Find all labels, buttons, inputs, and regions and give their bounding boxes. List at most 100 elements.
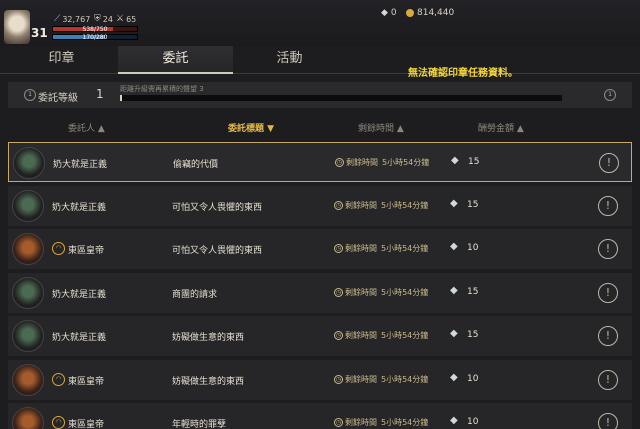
- mp-bar: 170/280: [52, 34, 138, 41]
- diamond-icon: ◆: [450, 415, 458, 426]
- exclamation-circle-icon[interactable]: !: [598, 326, 618, 346]
- player-level: 31: [31, 26, 48, 40]
- time-remaining-label: 剩餘時間: [345, 287, 377, 297]
- sort-client-header[interactable]: 委託人 ▲: [68, 121, 105, 134]
- commission-title: 妨礙做生意的東西: [172, 333, 245, 343]
- sort-reward-header[interactable]: 酬勞金額 ▲: [478, 121, 524, 134]
- gem-currency: ◆ 0: [381, 8, 397, 18]
- reward-amount: 15: [467, 199, 479, 210]
- sort-time-header[interactable]: 剩餘時間 ▲: [358, 121, 404, 134]
- guild-emblem-icon: ◠: [52, 416, 65, 429]
- time-remaining-value: 5小時54分鐘: [381, 418, 429, 427]
- commission-title: 妨礙做生意的東西: [172, 376, 245, 387]
- diamond-icon: ◆: [450, 371, 458, 383]
- next-level-badge-icon: 1: [604, 89, 616, 101]
- client-name: 奶大就是正義: [53, 160, 108, 170]
- client-name: 奶大就是正義: [52, 202, 107, 213]
- commission-row[interactable]: 奶大就是正義 商團的請求 ◷ 剩餘時間 5小時54分鐘 ◆ 15!: [8, 272, 632, 313]
- hp-bar: 538/750: [52, 26, 138, 33]
- commission-row[interactable]: 奶大就是正義 妨礙做生意的東西 ◷ 剩餘時間 5小時54分鐘 ◆ 15!: [8, 316, 632, 356]
- client-portrait: [12, 189, 44, 222]
- diamond-icon: ◆: [450, 241, 458, 252]
- top-status-bar: 31 ⟋ 32,767 ⛨ 24 ⚔ 65 538/750 170/280 ◆ …: [0, 0, 640, 46]
- gem-count: 0: [390, 8, 397, 18]
- commission-level-row: 1 委託等級 1 距離升級需再累積的聲望 3 1: [8, 82, 632, 108]
- clock-icon: ◷: [334, 200, 343, 210]
- reputation-hint: 距離升級需再累積的聲望 3: [120, 85, 204, 93]
- tab-commission[interactable]: 委託: [118, 46, 233, 74]
- commission-title: 可怕又令人畏懼的東西: [172, 246, 263, 256]
- client-portrait: [12, 320, 44, 352]
- exclamation-circle-icon[interactable]: !: [598, 239, 618, 259]
- gold-currency: 814,440: [406, 8, 454, 18]
- reputation-progress-bar: [120, 95, 562, 101]
- diamond-icon: ◆: [450, 284, 458, 296]
- gold-coin-icon: [406, 9, 414, 17]
- time-remaining-label: 剩餘時間: [345, 244, 377, 253]
- level-badge-icon: 1: [24, 89, 36, 101]
- exclamation-circle-icon[interactable]: !: [598, 369, 618, 390]
- clock-icon: ◷: [335, 158, 344, 167]
- client-name: 東區皇帝: [68, 246, 105, 256]
- client-portrait: [12, 363, 44, 396]
- commission-title: 商團的請求: [172, 289, 218, 300]
- exclamation-circle-icon[interactable]: !: [598, 282, 618, 303]
- diamond-icon: ◆: [450, 197, 458, 209]
- client-name: 奶大就是正義: [52, 333, 107, 343]
- time-remaining-label: 剩餘時間: [345, 200, 377, 210]
- reward-amount: 15: [467, 286, 479, 297]
- time-remaining-label: 剩餘時間: [345, 331, 377, 340]
- shield-icon: ⛨: [94, 14, 101, 24]
- reward-amount: 15: [467, 330, 479, 340]
- time-remaining-value: 5小時54分鐘: [381, 244, 429, 253]
- guild-emblem-icon: ◠: [52, 242, 65, 255]
- time-remaining-value: 5小時54分鐘: [382, 158, 430, 167]
- defense-stat: ⛨ 24: [94, 14, 113, 24]
- sort-title-header[interactable]: 委託標題 ▼: [228, 121, 274, 134]
- clock-icon: ◷: [334, 374, 343, 384]
- clock-icon: ◷: [334, 244, 343, 253]
- commission-row[interactable]: 奶大就是正義 偷竊的代價 ◷ 剩餘時間 5小時54分鐘 ◆ 15!: [8, 142, 632, 182]
- commission-level-label: 委託等級: [38, 93, 78, 104]
- diamond-icon: ◆: [381, 8, 388, 18]
- tab-seal[interactable]: 印章: [4, 46, 119, 74]
- exclamation-circle-icon[interactable]: !: [598, 195, 618, 216]
- time-remaining-label: 剩餘時間: [346, 158, 378, 167]
- client-portrait: [13, 147, 45, 179]
- combat-power-stat: ⟋ 32,767: [54, 14, 90, 24]
- commission-row[interactable]: ◠ 東區皇帝 妨礙做生意的東西 ◷ 剩餘時間 5小時54分鐘 ◆ 10!: [8, 359, 632, 400]
- reward-amount: 10: [467, 373, 479, 384]
- blade-icon: ⚔: [116, 14, 125, 24]
- exclamation-circle-icon[interactable]: !: [599, 153, 619, 173]
- client-name: 東區皇帝: [68, 376, 105, 387]
- commission-title: 年輕時的罪孽: [172, 420, 227, 429]
- clock-icon: ◷: [334, 287, 343, 297]
- clock-icon: ◷: [334, 418, 343, 427]
- client-portrait: [12, 233, 44, 265]
- combat-power-value: 32,767: [62, 14, 91, 24]
- attack-stat: ⚔ 65: [116, 14, 136, 24]
- client-name: 東區皇帝: [68, 420, 105, 429]
- tab-bar: 印章 委託 活動: [0, 46, 640, 74]
- commission-row[interactable]: ◠ 東區皇帝 年輕時的罪孽 ◷ 剩餘時間 5小時54分鐘 ◆ 10!: [8, 403, 632, 429]
- commission-row[interactable]: 奶大就是正義 可怕又令人畏懼的東西 ◷ 剩餘時間 5小時54分鐘 ◆ 15!: [8, 185, 632, 226]
- commission-row[interactable]: ◠ 東區皇帝 可怕又令人畏懼的東西 ◷ 剩餘時間 5小時54分鐘 ◆ 10!: [8, 229, 632, 269]
- player-avatar[interactable]: [4, 10, 30, 44]
- guild-emblem-icon: ◠: [52, 372, 65, 386]
- time-remaining-label: 剩餘時間: [345, 374, 377, 384]
- time-remaining-value: 5小時54分鐘: [381, 374, 429, 384]
- time-remaining-value: 5小時54分鐘: [381, 200, 429, 210]
- client-portrait: [12, 276, 44, 309]
- time-remaining-value: 5小時54分鐘: [381, 287, 429, 297]
- notice-message: 無法確認印章任務資料。: [408, 68, 518, 79]
- commission-title: 可怕又令人畏懼的東西: [172, 202, 263, 213]
- tab-event[interactable]: 活動: [232, 46, 347, 74]
- reward-amount: 15: [468, 157, 480, 167]
- hp-text: 538/750: [82, 26, 108, 33]
- attack-value: 65: [126, 14, 137, 24]
- commission-title: 偷竊的代價: [173, 160, 219, 170]
- gold-count: 814,440: [417, 8, 455, 18]
- exclamation-circle-icon[interactable]: !: [598, 413, 618, 429]
- mp-text: 170/280: [82, 34, 108, 41]
- commission-level-value: 1: [96, 87, 104, 101]
